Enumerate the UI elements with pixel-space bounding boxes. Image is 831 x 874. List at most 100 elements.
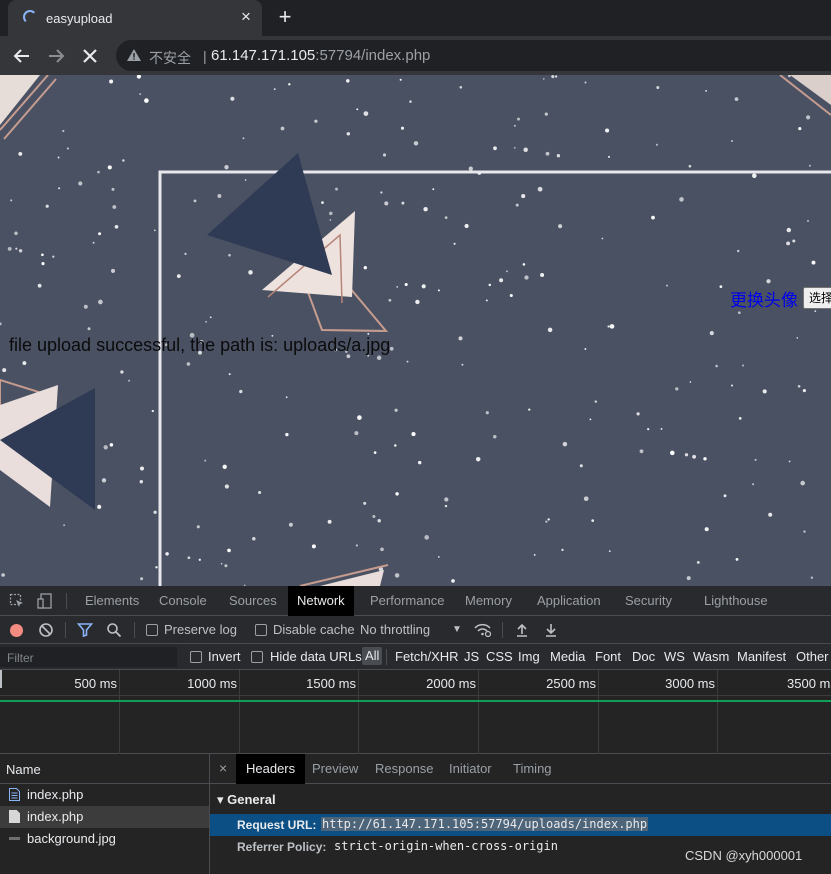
tab-memory[interactable]: Memory — [465, 586, 512, 616]
star-dot — [389, 346, 394, 351]
change-avatar-link[interactable]: 更换头像 — [730, 286, 798, 311]
filter-type-other[interactable]: Other — [796, 649, 829, 664]
star-dot — [488, 283, 492, 287]
tab-headers[interactable]: Headers — [236, 754, 306, 784]
preserve-log-checkbox[interactable] — [146, 624, 158, 636]
request-row[interactable]: index.php — [0, 784, 209, 806]
star-dot — [444, 504, 448, 508]
star-dot — [528, 408, 531, 411]
star-dot — [444, 497, 449, 502]
throttling-select[interactable]: No throttling — [360, 622, 430, 637]
tab-initiator[interactable]: Initiator — [449, 754, 492, 784]
star-dot — [15, 247, 18, 250]
browser-tab[interactable]: easyupload × — [8, 0, 262, 36]
star-dot — [551, 75, 555, 79]
star-dot — [437, 289, 440, 292]
hide-data-urls-checkbox[interactable] — [251, 651, 263, 663]
chevron-down-icon[interactable]: ▼ — [452, 624, 462, 635]
clear-icon[interactable] — [38, 622, 54, 638]
filter-type-fetch-xhr[interactable]: Fetch/XHR — [395, 649, 459, 664]
tab-preview[interactable]: Preview — [312, 754, 358, 784]
star-dot — [98, 299, 103, 305]
filter-icon[interactable] — [76, 622, 94, 638]
tab-response[interactable]: Response — [375, 754, 434, 784]
device-toolbar-icon[interactable] — [37, 593, 53, 609]
name-header-label: Name — [6, 762, 41, 777]
star-dot — [786, 241, 791, 246]
filter-type-css[interactable]: CSS — [486, 649, 513, 664]
export-har-icon[interactable] — [543, 622, 559, 638]
filter-type-ws[interactable]: WS — [664, 649, 685, 664]
timeline-gridline — [478, 670, 479, 754]
timeline-tick-label: 1000 ms — [187, 676, 237, 691]
star-dot — [688, 164, 692, 168]
timeline-handle[interactable] — [0, 670, 2, 688]
network-timeline[interactable]: 500 ms 1000 ms 1500 ms 2000 ms 2500 ms 3… — [0, 670, 831, 754]
star-dot — [373, 451, 377, 454]
tab-application[interactable]: Application — [537, 586, 601, 616]
filter-type-js[interactable]: JS — [464, 649, 479, 664]
star-dot — [704, 527, 709, 532]
tab-network[interactable]: Network — [288, 586, 354, 616]
star-dot — [475, 456, 481, 462]
filter-input[interactable]: Filter — [0, 647, 177, 667]
star-dot — [666, 284, 668, 287]
forward-icon[interactable] — [44, 44, 68, 68]
filter-bar: Filter Invert Hide data URLs All Fetch/X… — [0, 644, 831, 670]
header-key: Referrer Policy: — [237, 840, 327, 854]
tab-security[interactable]: Security — [625, 586, 672, 616]
filter-type-font[interactable]: Font — [595, 649, 621, 664]
tab-performance[interactable]: Performance — [370, 586, 444, 616]
request-row-selected[interactable]: index.php — [0, 806, 209, 828]
disable-cache-checkbox[interactable] — [255, 624, 267, 636]
star-dot — [608, 550, 611, 552]
filter-type-wasm[interactable]: Wasm — [693, 649, 729, 664]
address-bar[interactable]: 不安全 | 61.147.171.105:57794/index.php — [116, 40, 831, 71]
star-dot — [346, 79, 350, 83]
stop-loading-icon[interactable] — [78, 44, 102, 68]
star-dot — [738, 417, 742, 420]
name-column-header[interactable]: Name — [0, 754, 210, 784]
close-icon[interactable]: × — [219, 760, 227, 776]
decor-triangle-left — [0, 378, 95, 510]
back-icon[interactable] — [10, 44, 34, 68]
tab-timing[interactable]: Timing — [513, 754, 552, 784]
network-conditions-icon[interactable] — [474, 622, 492, 638]
tab-close-icon[interactable]: × — [236, 7, 256, 27]
star-dot — [768, 512, 773, 517]
star-dot — [545, 520, 548, 523]
tab-sources[interactable]: Sources — [229, 586, 277, 616]
filter-type-all[interactable]: All — [362, 647, 383, 665]
star-dot — [363, 111, 369, 116]
star-dot — [802, 389, 806, 393]
new-tab-button[interactable]: + — [274, 5, 296, 29]
filter-type-img[interactable]: Img — [518, 649, 540, 664]
url-path: :57794/index.php — [315, 47, 431, 64]
header-row-request-url[interactable]: Request URL: http://61.147.171.105:57794… — [210, 814, 831, 836]
request-row[interactable]: background.jpg — [0, 828, 209, 850]
filter-type-doc[interactable]: Doc — [632, 649, 655, 664]
filter-type-media[interactable]: Media — [550, 649, 585, 664]
record-icon[interactable] — [10, 624, 23, 637]
star-dot — [139, 93, 142, 96]
star-dot — [734, 97, 739, 101]
star-dot — [684, 453, 689, 457]
import-har-icon[interactable] — [514, 622, 530, 638]
choose-file-button[interactable]: 选择文件 — [803, 287, 831, 309]
inspect-element-icon[interactable] — [9, 593, 25, 609]
tab-lighthouse[interactable]: Lighthouse — [704, 586, 768, 616]
filter-type-manifest[interactable]: Manifest — [737, 649, 786, 664]
star-dot — [735, 557, 739, 561]
star-dot — [444, 216, 448, 219]
star-dot — [583, 496, 589, 502]
star-dot — [400, 126, 405, 130]
star-dot — [432, 188, 435, 191]
star-dot — [406, 360, 409, 363]
tab-console[interactable]: Console — [159, 586, 207, 616]
search-icon[interactable] — [106, 622, 122, 638]
invert-checkbox[interactable] — [190, 651, 202, 663]
tab-elements[interactable]: Elements — [85, 586, 139, 616]
star-dot — [696, 560, 700, 564]
general-section-toggle[interactable]: ▾ General — [217, 792, 276, 808]
star-dot — [380, 547, 384, 552]
